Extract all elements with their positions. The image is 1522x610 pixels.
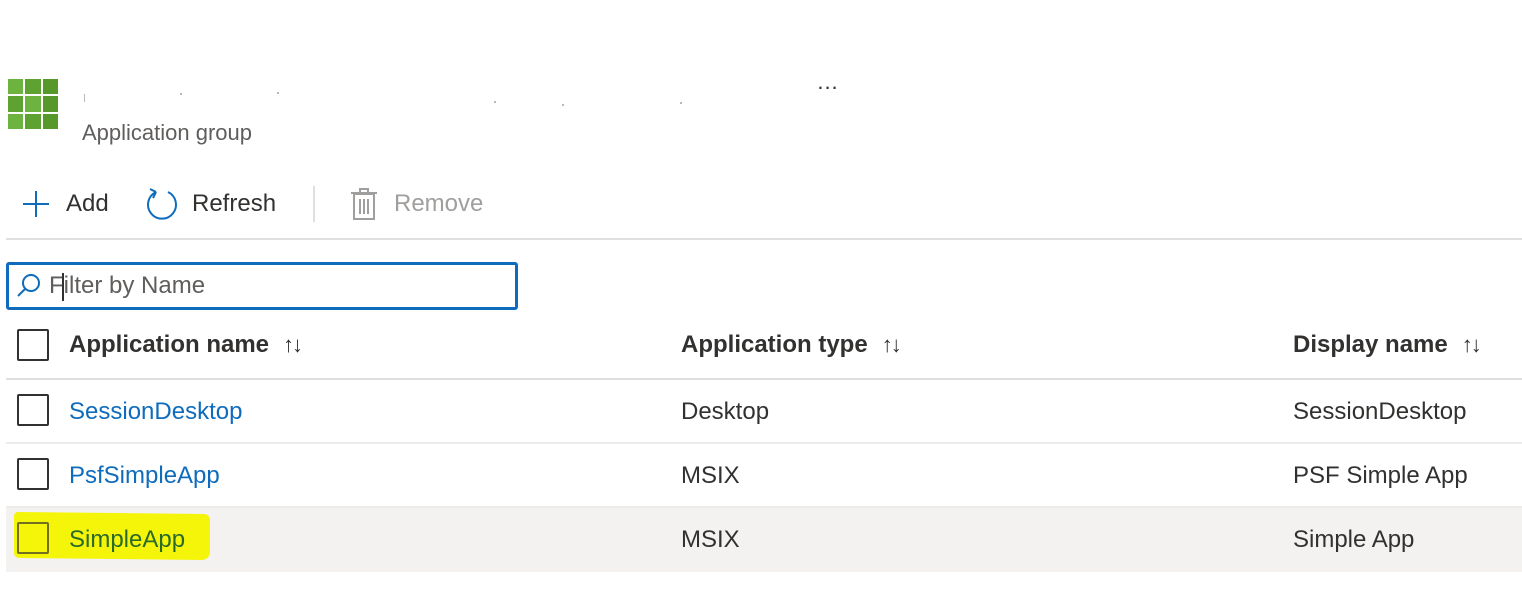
row-checkbox[interactable] bbox=[17, 522, 49, 554]
application-type-cell: Desktop bbox=[681, 398, 770, 425]
column-header-label: Display name bbox=[1293, 331, 1448, 358]
column-header-application-name[interactable]: Application name ↑↓ bbox=[69, 314, 303, 376]
sort-icon[interactable]: ↑↓ bbox=[1462, 332, 1482, 358]
table-row[interactable]: SessionDesktop Desktop SessionDesktop bbox=[6, 380, 1522, 444]
remove-button[interactable]: Remove bbox=[346, 184, 483, 224]
display-name-cell: Simple App bbox=[1293, 526, 1415, 553]
application-name-cell: PsfSimpleApp bbox=[69, 444, 220, 508]
column-header-application-type[interactable]: Application type ↑↓ bbox=[681, 314, 902, 376]
display-name-cell: SessionDesktop bbox=[1293, 398, 1467, 425]
plus-icon bbox=[18, 186, 54, 222]
table-row[interactable]: SimpleApp MSIX Simple App bbox=[6, 508, 1522, 572]
select-all-checkbox[interactable] bbox=[17, 329, 49, 361]
application-name-link[interactable]: SessionDesktop bbox=[69, 398, 242, 426]
table-row[interactable]: PsfSimpleApp MSIX PSF Simple App bbox=[6, 444, 1522, 508]
applications-table: Application name ↑↓ Application type ↑↓ … bbox=[6, 314, 1522, 572]
table-header-row: Application name ↑↓ Application type ↑↓ … bbox=[6, 314, 1522, 380]
search-icon bbox=[9, 266, 49, 306]
refresh-label: Refresh bbox=[192, 190, 277, 217]
filter-box bbox=[6, 262, 518, 310]
display-name-cell: PSF Simple App bbox=[1293, 462, 1468, 489]
command-bar: Add Refresh Remove bbox=[6, 178, 1522, 240]
application-name-link[interactable]: PsfSimpleApp bbox=[69, 462, 220, 490]
app-grid-icon bbox=[8, 79, 58, 129]
column-header-display-name[interactable]: Display name ↑↓ bbox=[1293, 314, 1482, 376]
add-label: Add bbox=[66, 190, 109, 217]
row-checkbox[interactable] bbox=[17, 394, 49, 426]
remove-label: Remove bbox=[394, 190, 484, 217]
sort-icon[interactable]: ↑↓ bbox=[283, 332, 303, 358]
column-header-label: Application name bbox=[69, 331, 270, 358]
trash-icon bbox=[346, 186, 382, 222]
application-name-cell: SimpleApp bbox=[69, 508, 185, 572]
page-subtitle: Application group bbox=[82, 120, 253, 145]
application-type-cell: MSIX bbox=[681, 462, 740, 489]
application-type-cell: MSIX bbox=[681, 526, 740, 553]
text-cursor bbox=[62, 273, 64, 301]
toolbar-divider bbox=[313, 186, 315, 222]
refresh-button[interactable]: Refresh bbox=[144, 184, 276, 224]
application-name-cell: SessionDesktop bbox=[69, 380, 242, 444]
row-checkbox[interactable] bbox=[17, 458, 49, 490]
sort-icon[interactable]: ↑↓ bbox=[882, 332, 902, 358]
column-header-label: Application type bbox=[681, 331, 868, 358]
redacted-title bbox=[82, 92, 702, 106]
refresh-icon bbox=[144, 186, 180, 222]
application-name-link[interactable]: SimpleApp bbox=[69, 526, 185, 554]
filter-input[interactable] bbox=[49, 272, 489, 300]
more-options-button[interactable]: ... bbox=[812, 68, 844, 96]
add-button[interactable]: Add bbox=[18, 184, 109, 224]
